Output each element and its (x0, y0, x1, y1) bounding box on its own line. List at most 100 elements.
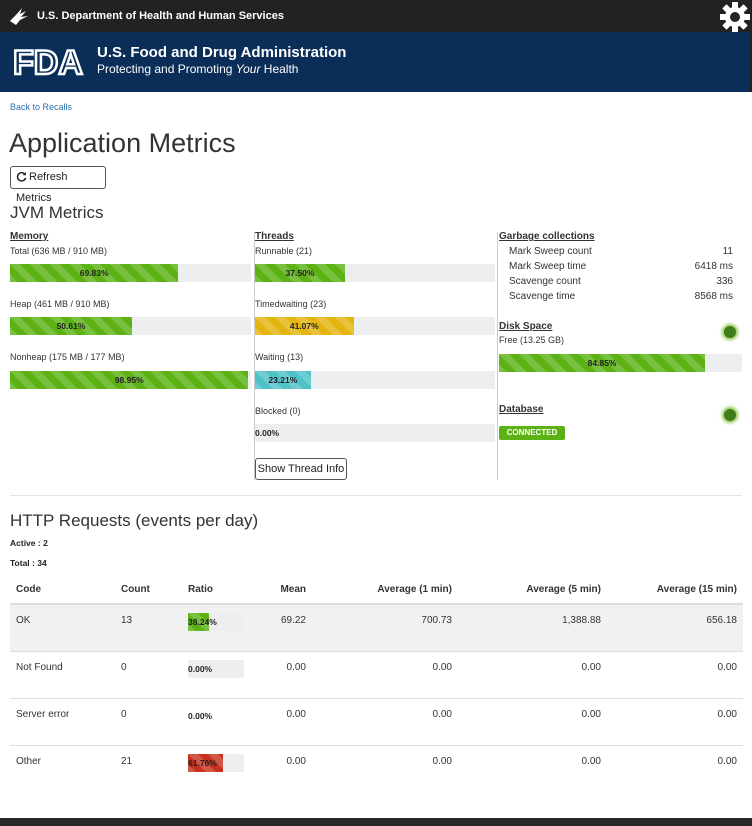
row-avg-5min: 1,388.88 (458, 603, 607, 651)
threads-waiting-bar: 23.21% (255, 371, 495, 389)
database-status-badge: CONNECTED (499, 426, 565, 440)
disk-status-indicator (724, 326, 736, 338)
memory-total-percent: 69.83% (79, 268, 109, 278)
ratio-percent: 61.76% (188, 757, 217, 768)
row-avg-1min: 0.00 (312, 697, 458, 745)
table-row: Other 21 61.76% 0.00 0.00 0.00 0.00 (10, 744, 743, 792)
ratio-bar: 38.24% (188, 613, 244, 631)
gear-icon[interactable] (718, 0, 752, 34)
row-mean: 69.22 (254, 603, 312, 651)
gc-row-value: 336 (716, 276, 733, 287)
column-header: Count (115, 576, 182, 605)
row-code: Server error (10, 697, 115, 745)
threads-timedwaiting-bar: 41.07% (255, 317, 495, 335)
fda-tagline-post: Health (260, 62, 299, 76)
back-to-recalls-link[interactable]: Back to Recalls (10, 102, 72, 112)
row-code: OK (10, 603, 115, 651)
memory-heap-percent: 50.61% (56, 321, 86, 331)
gc-row-label: Scavenge count (509, 276, 581, 287)
ratio-bar: 0.00% (188, 659, 244, 678)
fda-logo-icon[interactable]: FDA (12, 43, 88, 79)
memory-total-bar: 69.83% (10, 264, 251, 282)
row-count: 0 (115, 650, 182, 698)
database-heading: Database (499, 404, 544, 415)
row-count: 0 (115, 697, 182, 745)
column-header: Mean (254, 576, 312, 605)
row-mean: 0.00 (254, 697, 312, 745)
row-avg-1min: 0.00 (312, 744, 458, 792)
row-avg-15min: 0.00 (607, 650, 743, 698)
ratio-bar: 0.00% (188, 707, 244, 725)
row-avg-15min: 656.18 (607, 603, 743, 651)
threads-waiting-percent: 23.21% (268, 375, 298, 385)
row-mean: 0.00 (254, 650, 312, 698)
ratio-percent: 38.24% (188, 617, 217, 627)
row-avg-5min: 0.00 (458, 650, 607, 698)
database-status-indicator (724, 409, 736, 421)
row-ratio: 38.24% (182, 603, 254, 651)
memory-nonheap-percent: 98.95% (114, 375, 144, 385)
threads-runnable-percent: 37.50% (285, 268, 315, 278)
table-row: Server error 0 0.00% 0.00 0.00 0.00 0.00 (10, 697, 743, 745)
threads-waiting-label: Waiting (13) (255, 352, 304, 362)
gc-row-label: Mark Sweep count (509, 246, 592, 257)
footer-bar (0, 818, 752, 826)
row-code: Not Found (10, 650, 115, 698)
http-requests-table: Code Count Ratio Mean Average (1 min) Av… (10, 576, 743, 792)
ratio-bar: 61.76% (188, 753, 244, 772)
hhs-agency-name: U.S. Department of Health and Human Serv… (37, 10, 284, 22)
disk-space-percent: 84.85% (587, 358, 617, 368)
column-divider (497, 232, 498, 480)
gc-row-value: 8568 ms (694, 291, 733, 302)
ratio-percent: 0.00% (188, 663, 213, 674)
row-avg-15min: 0.00 (607, 697, 743, 745)
memory-heading: Memory (10, 231, 49, 242)
gc-row-value: 11 (722, 246, 733, 257)
refresh-metrics-button[interactable]: Refresh Metrics (10, 166, 106, 204)
memory-nonheap-label: Nonheap (175 MB / 177 MB) (10, 352, 125, 362)
row-ratio: 0.00% (182, 697, 254, 745)
garbage-collections-heading: Garbage collections (499, 231, 595, 242)
section-divider (10, 495, 742, 496)
hhs-eagle-icon (10, 8, 28, 25)
row-avg-15min: 0.00 (607, 744, 743, 792)
gc-row-label: Mark Sweep time (509, 261, 587, 272)
show-thread-info-button[interactable]: Show Thread Info (255, 458, 347, 480)
fda-tagline-emphasis: Your (235, 62, 261, 76)
fda-tagline: Protecting and Promoting Your Health (97, 62, 298, 76)
hhs-top-bar: U.S. Department of Health and Human Serv… (0, 0, 752, 32)
row-avg-1min: 0.00 (312, 650, 458, 698)
disk-space-bar: 84.85% (499, 354, 742, 372)
gc-row: Mark Sweep time 6418 ms (509, 261, 733, 272)
gc-row-label: Scavenge time (509, 291, 576, 302)
disk-space-heading: Disk Space (499, 321, 553, 332)
disk-free-label: Free (13.25 GB) (499, 335, 565, 345)
threads-blocked-percent: 0.00% (255, 428, 280, 438)
svg-text:FDA: FDA (13, 44, 83, 79)
threads-heading: Threads (255, 231, 294, 242)
row-code: Other (10, 744, 115, 792)
gc-row-value: 6418 ms (694, 261, 733, 272)
gc-row: Scavenge count 336 (509, 276, 733, 287)
http-total-count: Total : 34 (10, 558, 47, 568)
row-ratio: 61.76% (182, 744, 254, 792)
page-title: Application Metrics (9, 128, 236, 158)
row-ratio: 0.00% (182, 650, 254, 698)
fda-title: U.S. Food and Drug Administration (97, 44, 347, 61)
column-header: Average (15 min) (607, 576, 743, 605)
threads-blocked-label: Blocked (0) (255, 406, 301, 416)
column-header: Code (10, 576, 115, 605)
row-avg-5min: 0.00 (458, 744, 607, 792)
table-row: OK 13 38.24% 69.22 700.73 1,388.88 656.1… (10, 603, 743, 651)
ratio-percent: 0.00% (188, 710, 213, 721)
fda-tagline-pre: Protecting and Promoting (97, 62, 236, 76)
row-avg-5min: 0.00 (458, 697, 607, 745)
column-header: Ratio (182, 576, 254, 605)
http-active-count: Active : 2 (10, 538, 48, 548)
row-mean: 0.00 (254, 744, 312, 792)
gc-row: Mark Sweep count 11 (509, 246, 733, 257)
memory-heap-label: Heap (461 MB / 910 MB) (10, 299, 110, 309)
table-row: Not Found 0 0.00% 0.00 0.00 0.00 0.00 (10, 650, 743, 698)
column-header: Average (1 min) (312, 576, 458, 605)
memory-heap-bar: 50.61% (10, 317, 251, 335)
